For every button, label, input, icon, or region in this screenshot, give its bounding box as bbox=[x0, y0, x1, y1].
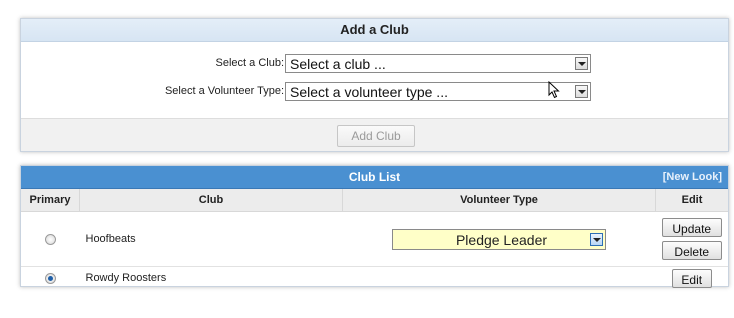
volunteer-type-select[interactable]: Select a volunteer type ... bbox=[285, 82, 591, 101]
dropdown-arrow-icon[interactable] bbox=[575, 85, 588, 98]
volunteer-type-cell bbox=[343, 267, 656, 290]
edit-cell: Edit bbox=[656, 267, 729, 290]
club-list-header: Club List [New Look] bbox=[21, 166, 728, 189]
club-list-panel: Club List [New Look] Primary Club Volunt… bbox=[20, 165, 729, 289]
table-row: Hoofbeats Pledge Leader Update Delete bbox=[21, 211, 728, 267]
delete-button[interactable]: Delete bbox=[661, 241, 722, 260]
dropdown-arrow-icon[interactable] bbox=[575, 57, 588, 70]
primary-radio[interactable] bbox=[44, 233, 56, 245]
club-list-title: Club List bbox=[348, 170, 401, 184]
club-select-label: Select a Club: bbox=[215, 57, 284, 69]
column-header-volunteer-type: Volunteer Type bbox=[342, 189, 656, 212]
volunteer-select-label: Select a Volunteer Type: bbox=[164, 85, 284, 97]
volunteer-type-cell: Pledge Leader bbox=[342, 211, 656, 267]
column-header-club: Club bbox=[79, 189, 343, 212]
add-club-panel: Add a Club Select a Club: Select a club … bbox=[20, 18, 729, 152]
club-select[interactable]: Select a club ... bbox=[285, 54, 591, 73]
volunteer-type-edit-value: Pledge Leader bbox=[455, 231, 548, 248]
edit-cell: Update Delete bbox=[655, 211, 728, 267]
update-button[interactable]: Update bbox=[661, 218, 722, 237]
dropdown-arrow-icon[interactable] bbox=[590, 232, 603, 246]
mouse-cursor-icon bbox=[548, 81, 560, 99]
primary-cell bbox=[21, 267, 80, 290]
table-header-row: Primary Club Volunteer Type Edit bbox=[21, 189, 728, 212]
add-club-title: Add a Club bbox=[21, 19, 728, 42]
add-club-footer: Add Club bbox=[21, 118, 728, 151]
club-name-cell: Hoofbeats bbox=[79, 211, 343, 267]
table-row: Rowdy Roosters Edit bbox=[21, 267, 728, 290]
add-club-button[interactable]: Add Club bbox=[337, 125, 415, 147]
new-look-link[interactable]: [New Look] bbox=[663, 166, 722, 188]
column-header-edit: Edit bbox=[655, 189, 728, 212]
club-list-table: Primary Club Volunteer Type Edit Hoofbea… bbox=[21, 189, 728, 289]
volunteer-select-row: Select a Volunteer Type: Select a volunt… bbox=[21, 80, 728, 104]
club-name-cell: Rowdy Roosters bbox=[85, 272, 167, 284]
column-header-primary: Primary bbox=[21, 189, 80, 212]
club-select-row: Select a Club: Select a club ... bbox=[21, 52, 728, 76]
club-select-value: Select a club ... bbox=[290, 56, 386, 72]
edit-button[interactable]: Edit bbox=[671, 268, 712, 288]
primary-radio-selected[interactable] bbox=[44, 272, 56, 284]
primary-cell bbox=[21, 211, 80, 267]
volunteer-type-edit-select[interactable]: Pledge Leader bbox=[392, 228, 606, 250]
volunteer-select-value: Select a volunteer type ... bbox=[290, 84, 448, 100]
